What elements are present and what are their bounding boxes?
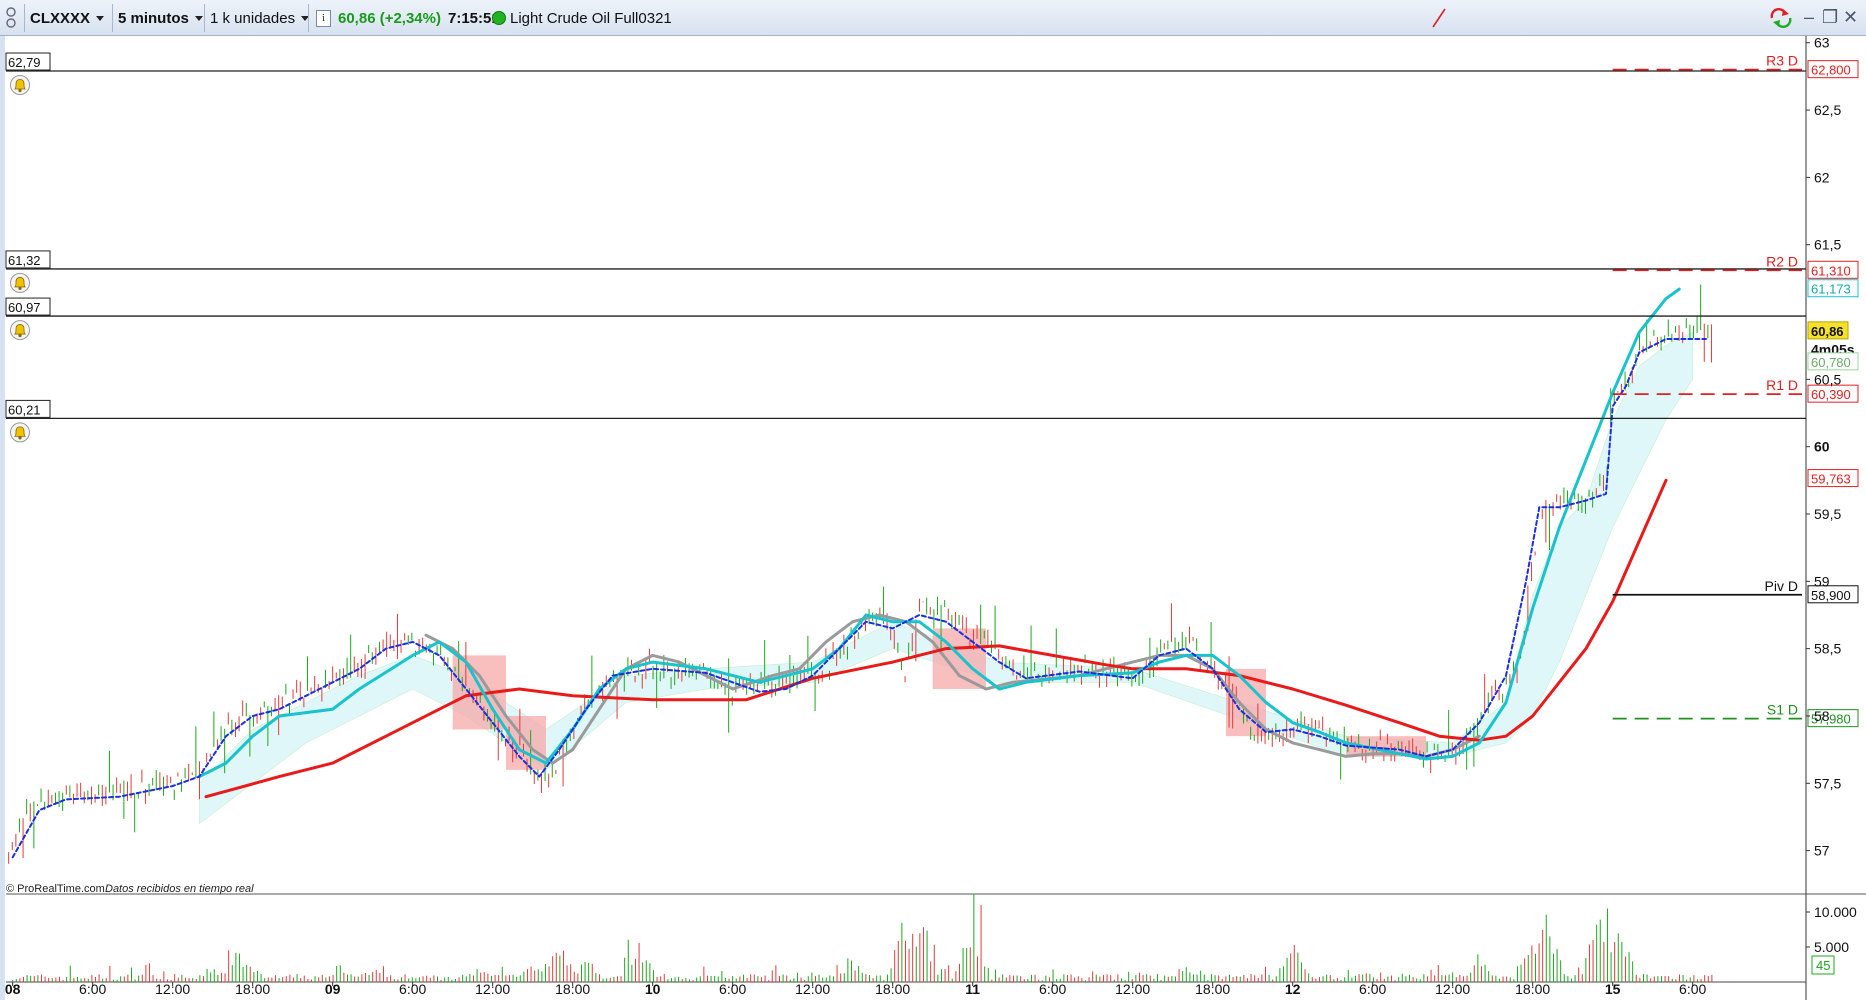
price-chart[interactable]: 62,79 61,32 60,97 60,21 R3 D 62,800 R2 D 61,310… bbox=[0, 36, 1866, 1000]
volume-current-label: 45 bbox=[1816, 958, 1830, 973]
y-tick-label: 59,5 bbox=[1814, 506, 1841, 522]
y-tick-label: 57,5 bbox=[1814, 775, 1841, 791]
info-icon: i bbox=[316, 9, 331, 27]
y-tick-label: 62 bbox=[1814, 169, 1830, 185]
bell-icon-body bbox=[14, 426, 26, 437]
x-tick-label: 6:00 bbox=[1359, 981, 1386, 997]
timeframe-selector[interactable]: 5 minutos bbox=[118, 4, 203, 32]
x-tick-label: 6:00 bbox=[1039, 981, 1066, 997]
pivot-name: R3 D bbox=[1766, 53, 1798, 69]
pivot-value: 60,390 bbox=[1811, 387, 1851, 402]
units-label: 1 k unidades bbox=[210, 9, 296, 27]
x-tick-label: 18:00 bbox=[1515, 981, 1550, 997]
y-tick-label: 60 bbox=[1814, 439, 1830, 455]
y-tick-label: 59 bbox=[1814, 573, 1830, 589]
x-tick-label: 15 bbox=[1605, 981, 1621, 997]
y-tick-label: 58,5 bbox=[1814, 641, 1841, 657]
volume-tick-label: 10.000 bbox=[1814, 904, 1857, 920]
x-tick-label: 6:00 bbox=[1679, 981, 1706, 997]
bell-icon-body bbox=[14, 79, 26, 90]
price-label: 61,173 bbox=[1811, 282, 1851, 297]
x-tick-label: 18:00 bbox=[555, 981, 590, 997]
left-border bbox=[0, 36, 5, 1000]
x-tick-label: 12:00 bbox=[1115, 981, 1150, 997]
x-tick-label: 12:00 bbox=[475, 981, 510, 997]
window-menu-icon[interactable] bbox=[4, 4, 20, 32]
toolbar: CLXXXX 5 minutos 1 k unidades i 60,86 (+… bbox=[0, 0, 1866, 36]
info-button[interactable]: i bbox=[316, 4, 331, 32]
bell-icon bbox=[10, 272, 30, 293]
price-label: 60,780 bbox=[1811, 355, 1851, 370]
y-tick-label: 63 bbox=[1814, 36, 1830, 51]
footer-brand: © ProRealTime.com bbox=[6, 883, 105, 895]
pivot-name: S1 D bbox=[1767, 702, 1798, 718]
bell-icon-clapper bbox=[18, 333, 22, 338]
chevron-down-icon bbox=[194, 15, 203, 21]
x-tick-label: 12:00 bbox=[1435, 981, 1470, 997]
alert-label: 60,21 bbox=[8, 402, 41, 417]
restore-icon[interactable]: ❐ bbox=[1822, 8, 1838, 26]
bell-icon bbox=[10, 422, 30, 443]
pivot-levels: 62,79 61,32 60,97 60,21 R3 D 62,800 R2 D 61,310… bbox=[5, 52, 1859, 728]
volume-tick-label: 5.000 bbox=[1814, 939, 1849, 955]
chevron-down-icon bbox=[96, 15, 105, 21]
bell-icon bbox=[10, 320, 30, 341]
y-tick-label: 61,5 bbox=[1814, 237, 1841, 253]
bell-icon-clapper bbox=[18, 88, 22, 93]
y-tick-label: 60,5 bbox=[1814, 371, 1841, 387]
x-tick-label: 6:00 bbox=[79, 981, 106, 997]
bell-icon bbox=[10, 75, 30, 96]
connection-status-icon bbox=[492, 4, 506, 32]
x-tick-label: 08 bbox=[5, 981, 21, 997]
pivot-name: R2 D bbox=[1766, 253, 1798, 269]
bell-icon-body bbox=[14, 277, 26, 288]
y-tick-label: 57 bbox=[1814, 843, 1830, 859]
price-label: 59,763 bbox=[1811, 472, 1851, 487]
bell-icon-clapper bbox=[18, 286, 22, 291]
candles-layer bbox=[8, 284, 1712, 864]
x-tick-label: 6:00 bbox=[399, 981, 426, 997]
x-tick-label: 18:00 bbox=[875, 981, 910, 997]
footer-status: Datos recibidos en tiempo real bbox=[105, 883, 254, 895]
x-tick-label: 12:00 bbox=[795, 981, 830, 997]
y-tick-label: 58 bbox=[1814, 708, 1830, 724]
instrument-name: Light Crude Oil Full0321 bbox=[510, 9, 672, 27]
pivot-value: 58,900 bbox=[1811, 588, 1851, 603]
volume-panel bbox=[12, 893, 1713, 982]
symbol-selector[interactable]: CLXXXX bbox=[30, 4, 105, 32]
sync-icon[interactable] bbox=[1768, 4, 1794, 32]
close-icon[interactable]: ✕ bbox=[1843, 8, 1858, 26]
price-change: 60,86 (+2,34%) bbox=[338, 9, 441, 27]
pen-drawing-icon[interactable] bbox=[1430, 4, 1450, 32]
minimize-icon[interactable]: – bbox=[1804, 8, 1814, 26]
series-line-solid-cyan bbox=[197, 287, 1681, 779]
x-tick-label: 09 bbox=[325, 981, 341, 997]
x-tick-label: 12:00 bbox=[155, 981, 190, 997]
alert-label: 61,32 bbox=[8, 253, 41, 268]
x-tick-label: 10 bbox=[645, 981, 661, 997]
pivot-name: R1 D bbox=[1766, 377, 1798, 393]
alert-label: 60,97 bbox=[8, 300, 41, 315]
price-label: 60,86 bbox=[1811, 324, 1844, 339]
bell-icon-body bbox=[14, 324, 26, 335]
x-tick-label: 18:00 bbox=[1195, 981, 1230, 997]
alert-label: 62,79 bbox=[8, 55, 41, 70]
pivot-value: 62,800 bbox=[1811, 63, 1851, 78]
pivot-name: Piv D bbox=[1765, 578, 1798, 594]
units-selector[interactable]: 1 k unidades bbox=[210, 4, 310, 32]
x-tick-label: 11 bbox=[965, 981, 980, 997]
x-tick-label: 6:00 bbox=[719, 981, 746, 997]
y-tick-label: 62,5 bbox=[1814, 102, 1841, 118]
timeframe-label: 5 minutos bbox=[118, 9, 189, 27]
pivot-value: 61,310 bbox=[1811, 263, 1851, 278]
bell-icon-clapper bbox=[18, 436, 22, 440]
x-tick-label: 12 bbox=[1285, 981, 1301, 997]
x-tick-label: 18:00 bbox=[235, 981, 270, 997]
symbol-label: CLXXXX bbox=[30, 9, 91, 27]
